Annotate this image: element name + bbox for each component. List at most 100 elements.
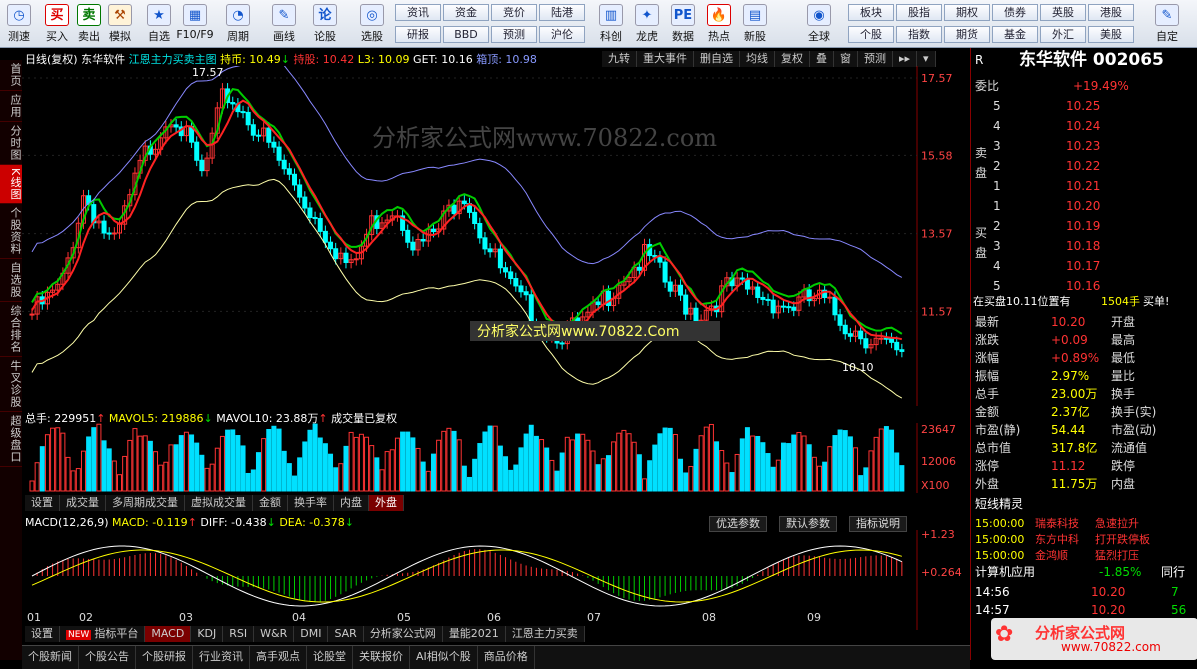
global-button[interactable]: ◉ 全球 (800, 3, 838, 45)
mini2-bot-4[interactable]: 外汇 (1040, 26, 1086, 43)
kline-chart[interactable]: 17.57 15.58 13.57 11.57 17.57 10.10 分析家公式网www.… (22, 66, 970, 406)
sidebar-item-8[interactable]: 超级盘口 (0, 412, 22, 468)
indicator-tab-9[interactable]: 量能2021 (442, 626, 506, 642)
volume-bar (55, 427, 61, 492)
bottom-tab-0[interactable]: 个股新闻 (22, 646, 79, 669)
indicator-tab-7[interactable]: SAR (328, 626, 364, 642)
mini-bot-2[interactable]: 预测 (491, 26, 537, 43)
sidebar-item-6[interactable]: 综合排名 (0, 302, 22, 358)
stat-label2: 流通值 (1111, 441, 1148, 455)
volume-tab-2[interactable]: 多周期成交量 (106, 495, 185, 511)
sidebar-item-0[interactable]: 首页 (0, 60, 22, 91)
toolbar-btn-2[interactable]: ⚒ 模拟 (101, 3, 139, 45)
kline-btn-2[interactable]: 删自选 (694, 51, 740, 67)
speed-test-button-label: 测速 (8, 30, 30, 43)
mini-bot-0[interactable]: 研报 (395, 26, 441, 43)
kline-btn-5[interactable]: 叠 (810, 51, 834, 67)
mini2-top-0[interactable]: 板块 (848, 4, 894, 21)
speed-test-icon: ◷ (7, 4, 31, 26)
mini-top-1[interactable]: 资金 (443, 4, 489, 21)
toolbar-btn-4[interactable]: ▦ F10/F9 (176, 3, 214, 45)
volume-tab-0[interactable]: 设置 (25, 495, 60, 511)
volume-chart[interactable]: 23647 12006 X100 (22, 423, 970, 493)
bottom-tab-4[interactable]: 高手观点 (250, 646, 307, 669)
volume-tab-1[interactable]: 成交量 (60, 495, 106, 511)
sidebar-item-2[interactable]: 分时图 (0, 122, 22, 165)
candle-body (245, 111, 251, 126)
sidebar-item-4[interactable]: 个股资料 (0, 204, 22, 260)
indicator-tab-label: DMI (300, 627, 322, 640)
speed-test-button[interactable]: ◷ 测速 (0, 3, 38, 45)
sidebar-item-3[interactable]: K线图 (0, 165, 22, 205)
indicator-tab-0[interactable]: 设置 (25, 626, 60, 642)
toolbar-btn2-3[interactable]: 🔥 热点 (700, 3, 738, 45)
collapse-icon[interactable]: ▸▸ (893, 51, 918, 67)
toolbar-btn-0-label: 买入 (46, 30, 68, 43)
kline-btn-1[interactable]: 重大事件 (637, 51, 694, 67)
volume-bar (734, 453, 740, 492)
bottom-tab-7[interactable]: AI相似个股 (410, 646, 478, 669)
mini2-top-5[interactable]: 港股 (1088, 4, 1134, 21)
candle-body (755, 286, 761, 298)
mini2-bot-0[interactable]: 个股 (848, 26, 894, 43)
indicator-tab-4[interactable]: RSI (223, 626, 255, 642)
mini-top-2[interactable]: 竞价 (491, 4, 537, 21)
kline-btn-3[interactable]: 均线 (740, 51, 775, 67)
mini-bot-3[interactable]: 沪伦 (539, 26, 585, 43)
month-label: 01 (27, 611, 41, 624)
mini2-top-2[interactable]: 期权 (944, 4, 990, 21)
bottom-tab-1[interactable]: 个股公告 (79, 646, 136, 669)
volume-tab-7[interactable]: 外盘 (369, 495, 404, 511)
sidebar-item-5[interactable]: 自选股 (0, 259, 22, 303)
mini-top-3[interactable]: 陆港 (539, 4, 585, 21)
kline-btn-4[interactable]: 复权 (775, 51, 810, 67)
toolbar-btn2-2[interactable]: PE 数据 (664, 3, 702, 45)
dropdown-icon[interactable]: ▾ (917, 51, 936, 67)
toolbar-btn2-0[interactable]: ▥ 科创 (592, 3, 630, 45)
mini2-top-3[interactable]: 债券 (992, 4, 1038, 21)
watermark: 分析家公式网www.70822.com (372, 124, 717, 152)
indicator-tab-8[interactable]: 分析家公式网 (363, 626, 443, 642)
bottom-tab-5[interactable]: 论股堂 (307, 646, 353, 669)
volume-bar (307, 429, 313, 492)
mini2-bot-2[interactable]: 期货 (944, 26, 990, 43)
kline-btn-6[interactable]: 窗 (834, 51, 858, 67)
mini2-bot-5[interactable]: 美股 (1088, 26, 1134, 43)
toolbar-btn-3[interactable]: ★ 自选 (140, 3, 178, 45)
indicator-tab-1[interactable]: NEW 指标平台 (60, 626, 146, 642)
sidebar-item-1[interactable]: 应用 (0, 91, 22, 122)
indicator-tab-3[interactable]: KDJ (191, 626, 224, 642)
toolbar-btn-6[interactable]: ✎ 画线 (265, 3, 303, 45)
toolbar-btn-8[interactable]: ◎ 选股 (353, 3, 391, 45)
volume-bar (739, 438, 745, 492)
custom-button[interactable]: ✎ 自定 (1148, 3, 1186, 45)
bottom-tab-2[interactable]: 个股研报 (136, 646, 193, 669)
mini-top-0[interactable]: 资讯 (395, 4, 441, 21)
indicator-tab-6[interactable]: DMI (294, 626, 329, 642)
toolbar-btn2-1[interactable]: ✦ 龙虎 (628, 3, 666, 45)
bottom-tab-8[interactable]: 商品价格 (478, 646, 535, 669)
mini2-bot-3[interactable]: 基金 (992, 26, 1038, 43)
toolbar-btn-7[interactable]: 论论股 (306, 3, 344, 45)
volume-tab-3[interactable]: 虚拟成交量 (185, 495, 253, 511)
toolbar-btn2-4[interactable]: ▤ 新股 (736, 3, 774, 45)
kline-btn-7[interactable]: 预测 (858, 51, 893, 67)
mini2-bot-1[interactable]: 指数 (896, 26, 942, 43)
bottom-tab-6[interactable]: 关联报价 (353, 646, 410, 669)
bottom-tab-3[interactable]: 行业资讯 (193, 646, 250, 669)
indicator-name[interactable]: 江恩主力买卖主图 (129, 53, 217, 66)
indicator-tab-10[interactable]: 江恩主力买卖 (505, 626, 585, 642)
kline-btn-0[interactable]: 九转 (602, 51, 637, 67)
indicator-tab-5[interactable]: W&R (254, 626, 295, 642)
mini2-top-1[interactable]: 股指 (896, 4, 942, 21)
sidebar-item-7[interactable]: 牛叉诊股 (0, 357, 22, 413)
volume-tab-4[interactable]: 金额 (253, 495, 288, 511)
candle-body (173, 124, 179, 128)
mini2-top-4[interactable]: 英股 (1040, 4, 1086, 21)
toolbar-btn-5[interactable]: ◔ 周期 (219, 3, 257, 45)
indicator-tab-2[interactable]: MACD (145, 626, 192, 642)
mini-bot-1[interactable]: BBD (443, 26, 489, 43)
volume-tab-6[interactable]: 内盘 (334, 495, 369, 511)
volume-tab-5[interactable]: 换手率 (288, 495, 334, 511)
candle-body (250, 124, 256, 136)
